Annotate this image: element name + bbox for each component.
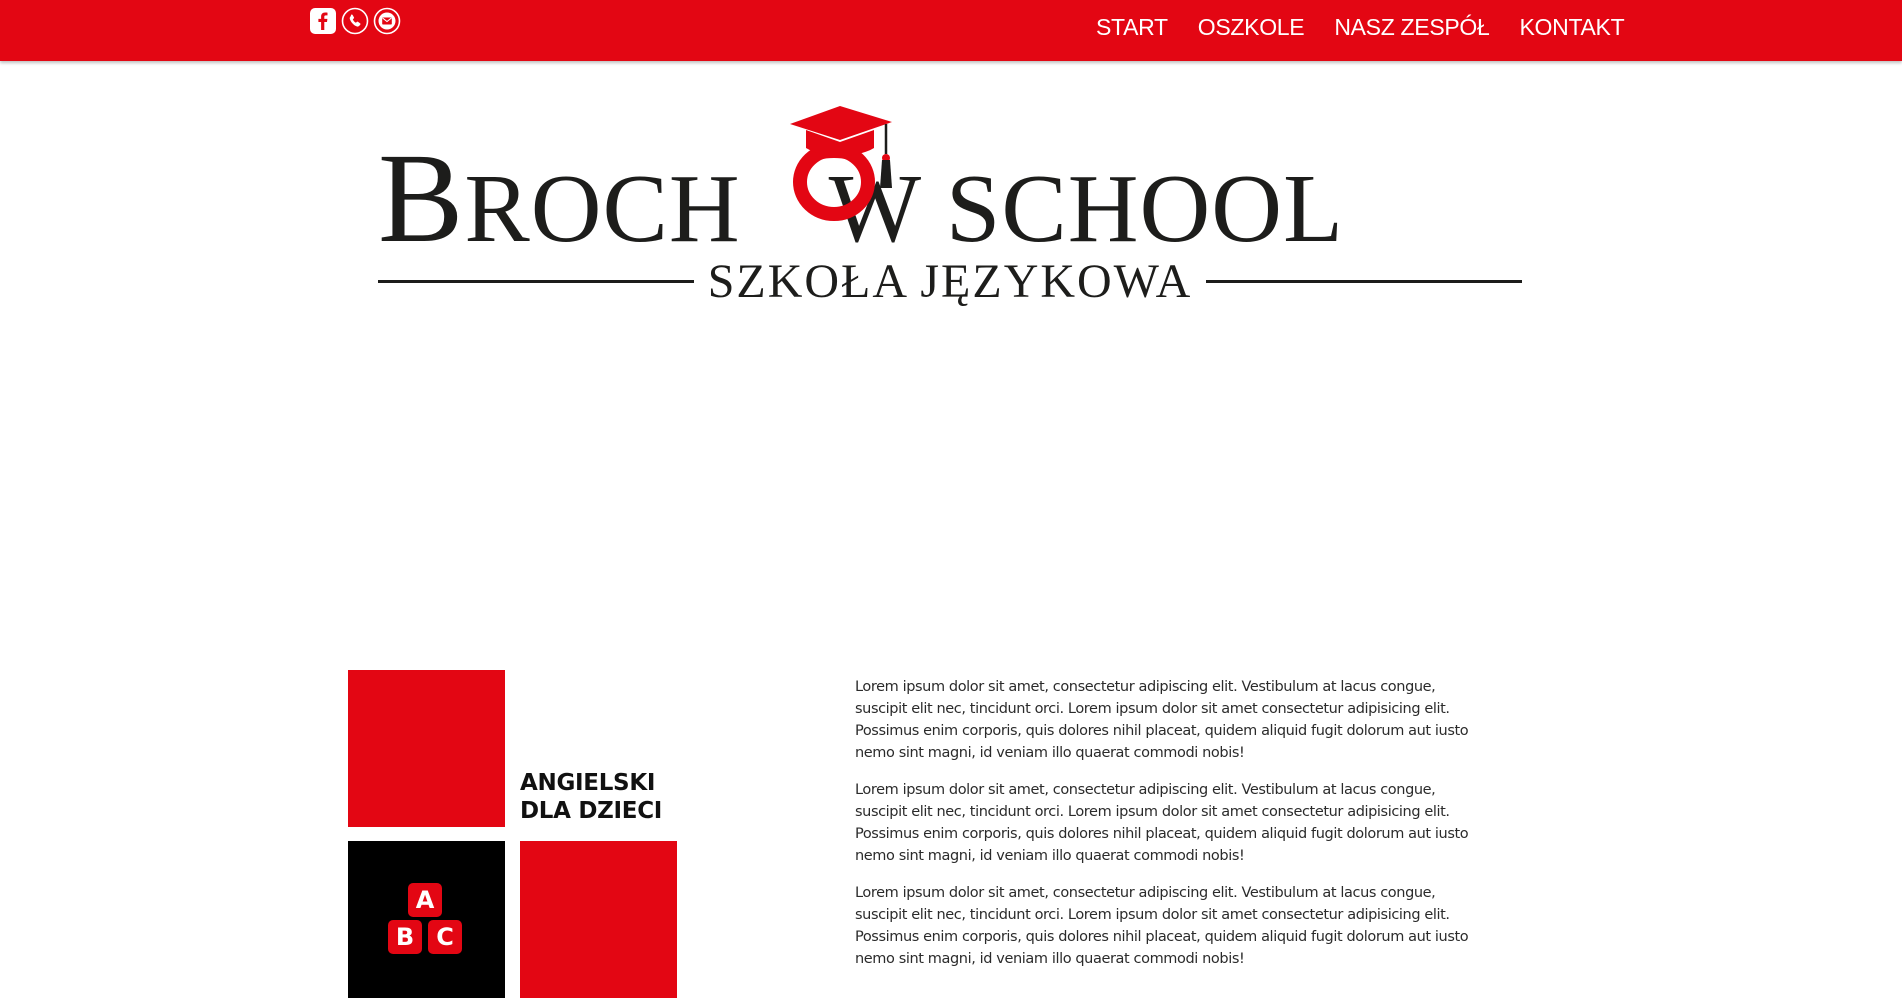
graduation-cap-icon <box>790 106 892 221</box>
abc-blocks-icon: A B C <box>388 883 462 954</box>
course-tiles: ANGIELSKI DLA DZIECI A B C <box>348 670 678 998</box>
facebook-icon[interactable] <box>309 7 337 35</box>
paragraph: Lorem ipsum dolor sit amet, consectetur … <box>855 782 1469 864</box>
nav-oszkole[interactable]: OSZKOLE <box>1198 14 1305 41</box>
course-label-line-2: DLA DZIECI <box>520 798 663 824</box>
paragraph: Lorem ipsum dolor sit amet, consectetur … <box>855 885 1469 967</box>
block-letter-c: C <box>436 923 454 951</box>
top-bar: START OSZKOLE NASZ ZESPÓŁ KONTAKT <box>0 0 1902 61</box>
logo-letters-roch: ROCH <box>464 155 741 263</box>
block-letter-b: B <box>396 923 414 951</box>
social-links <box>309 7 401 35</box>
block-letter-a: A <box>416 886 435 914</box>
tile-red-bottom <box>520 841 677 998</box>
nav-kontakt[interactable]: KONTAKT <box>1520 14 1625 41</box>
logo-letters-chool: CHOOL <box>1001 155 1344 263</box>
logo-rule-right <box>1206 279 1523 283</box>
email-icon[interactable] <box>373 7 401 35</box>
course-label[interactable]: ANGIELSKI DLA DZIECI <box>520 769 662 825</box>
tile-red-top <box>348 670 505 827</box>
logo-letter-b: B <box>378 127 465 269</box>
paragraph: Lorem ipsum dolor sit amet, consectetur … <box>855 679 1469 761</box>
course-label-line-1: ANGIELSKI <box>520 770 656 796</box>
logo-subtitle: SZKOŁA JĘZYKOWA <box>707 254 1193 308</box>
logo-subtitle-row: SZKOŁA JĘZYKOWA <box>378 254 1523 308</box>
nav-start[interactable]: START <box>1096 14 1168 41</box>
main-navigation: START OSZKOLE NASZ ZESPÓŁ KONTAKT <box>1096 14 1625 41</box>
logo-rule-left <box>378 279 694 283</box>
tile-abc-blocks: A B C <box>348 841 505 998</box>
nav-nasz-zespol[interactable]: NASZ ZESPÓŁ <box>1334 14 1489 41</box>
school-logo[interactable]: BROCH W SCHOOL SZKOŁA JĘZYKOWA <box>378 106 1523 321</box>
intro-text: Lorem ipsum dolor sit amet, consectetur … <box>855 676 1480 985</box>
phone-icon[interactable] <box>341 7 369 35</box>
